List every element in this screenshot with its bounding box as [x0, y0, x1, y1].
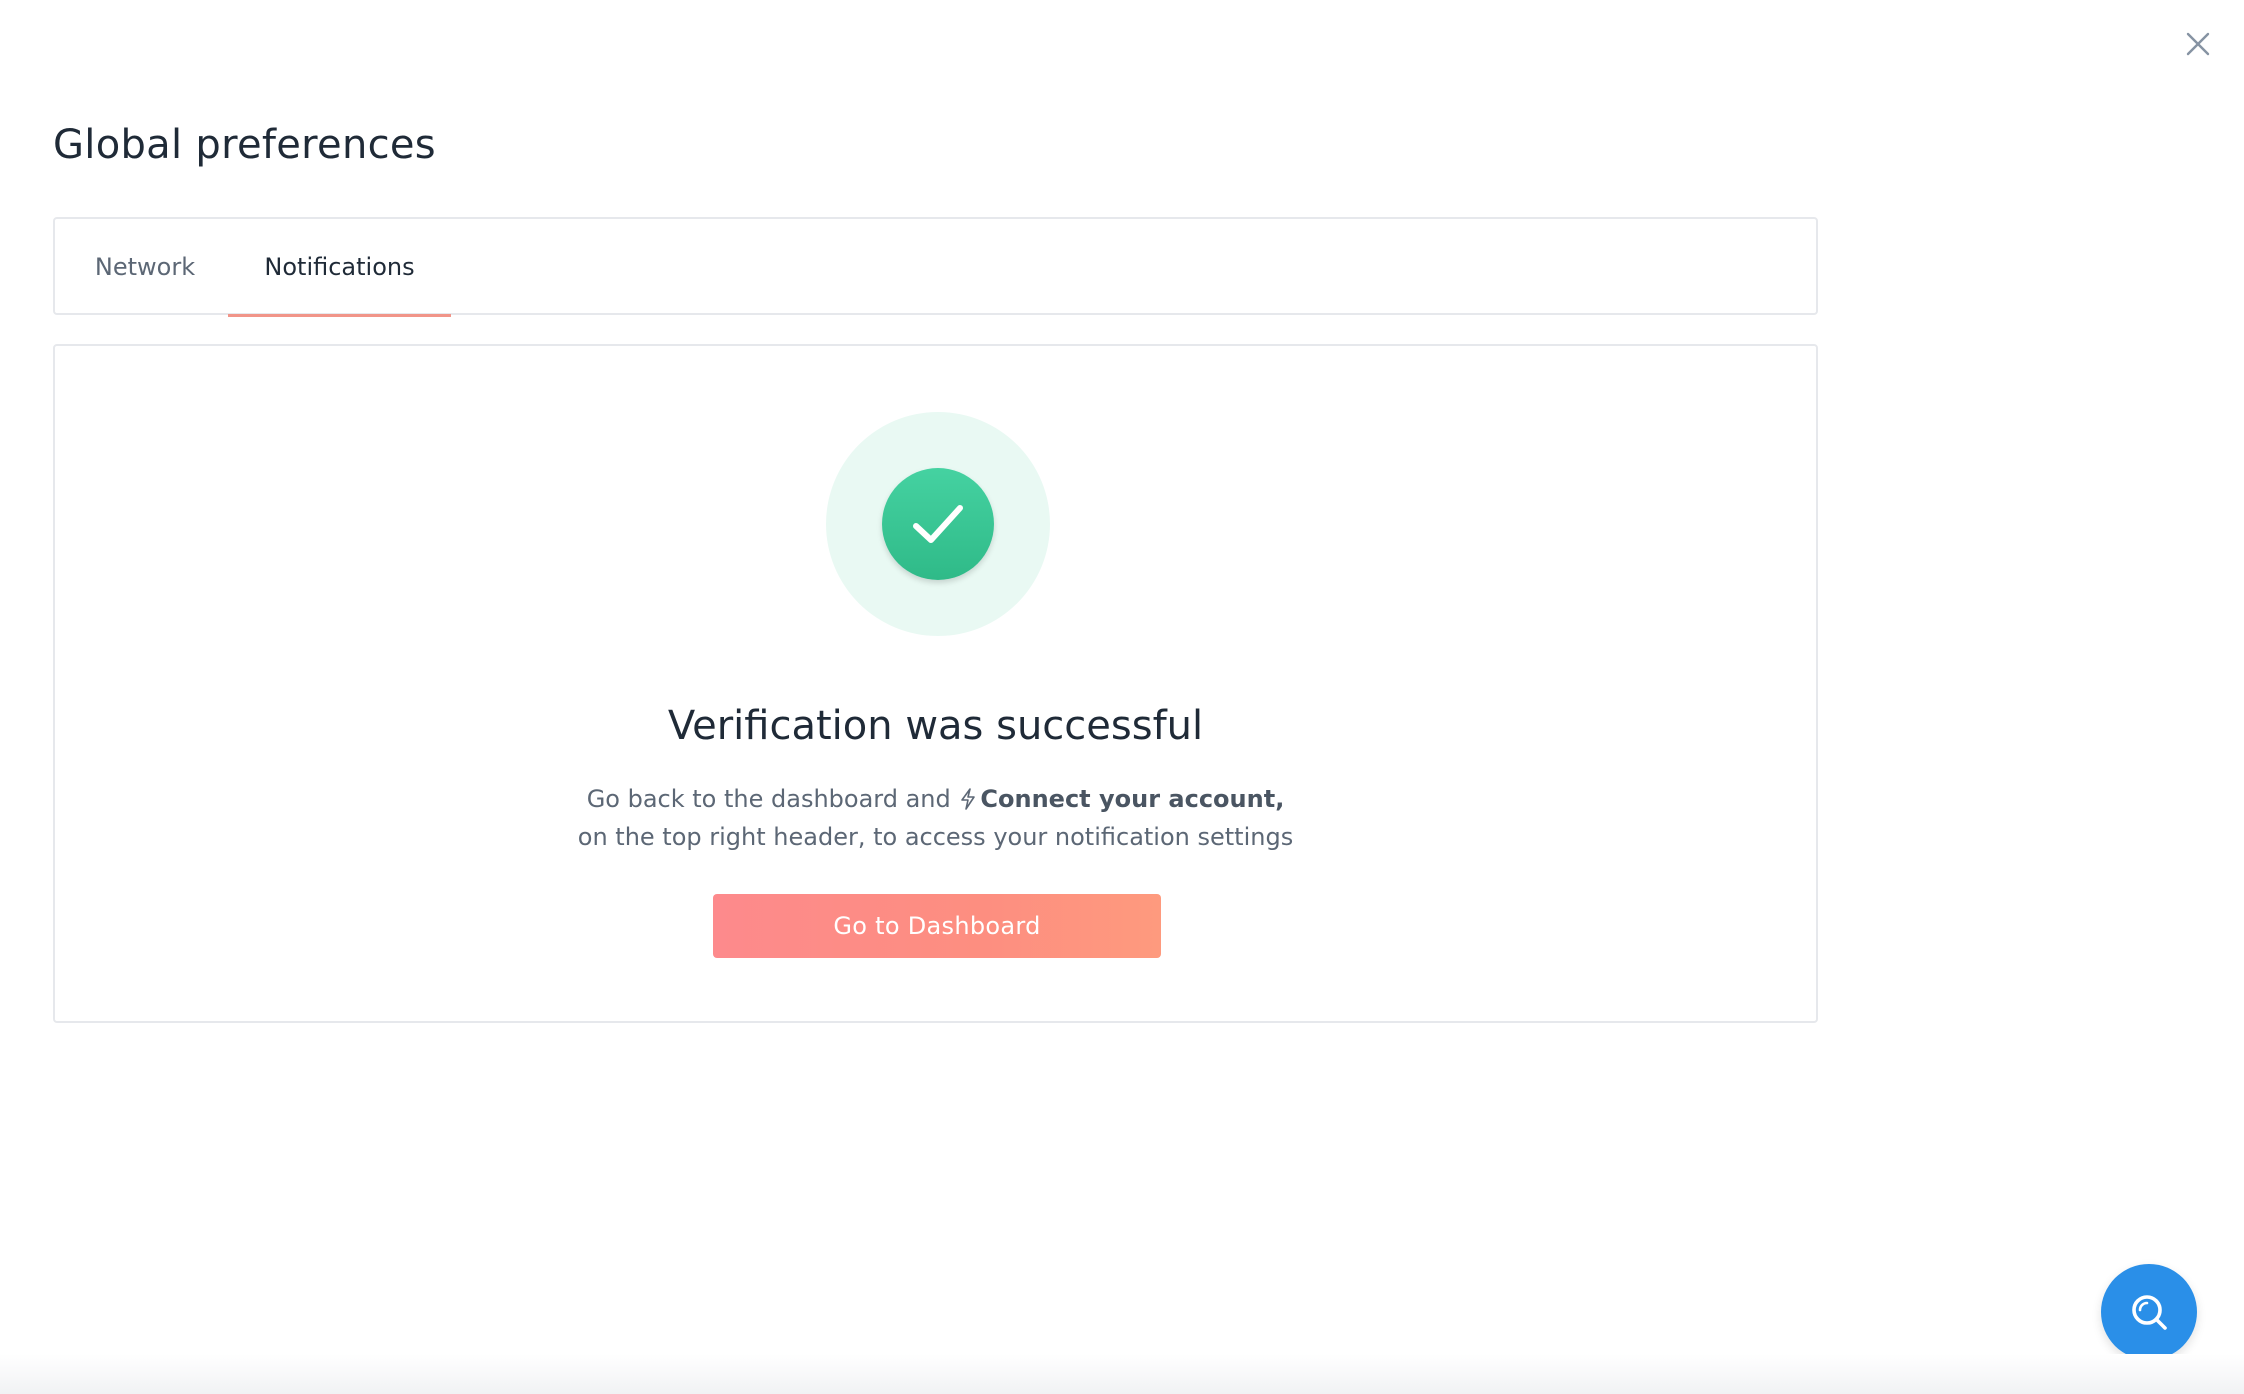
description-line-1: Go back to the dashboard and Connect you… [55, 780, 1816, 818]
help-button[interactable] [2101, 1264, 2197, 1360]
verification-description: Go back to the dashboard and Connect you… [55, 780, 1816, 856]
bottom-bar [0, 1354, 2244, 1394]
tab-network[interactable]: Network [93, 219, 197, 315]
description-prefix: Go back to the dashboard and [586, 785, 951, 813]
go-to-dashboard-button[interactable]: Go to Dashboard [713, 894, 1161, 958]
tab-bar: Network Notifications [53, 217, 1818, 317]
success-badge [882, 468, 994, 580]
checkmark-icon [913, 505, 963, 543]
help-search-icon [2132, 1295, 2167, 1330]
description-line-2: on the top right header, to access your … [577, 823, 1294, 851]
connect-account-label: Connect your account, [980, 785, 1285, 813]
bolt-icon [961, 788, 976, 810]
verification-title: Verification was successful [667, 703, 1204, 749]
verification-panel: Verification was successful Go back to t… [53, 344, 1818, 1023]
page-title: Global preferences [53, 122, 436, 168]
close-icon [2186, 32, 2210, 56]
tab-notifications[interactable]: Notifications [228, 219, 451, 317]
close-button[interactable] [2180, 26, 2216, 62]
